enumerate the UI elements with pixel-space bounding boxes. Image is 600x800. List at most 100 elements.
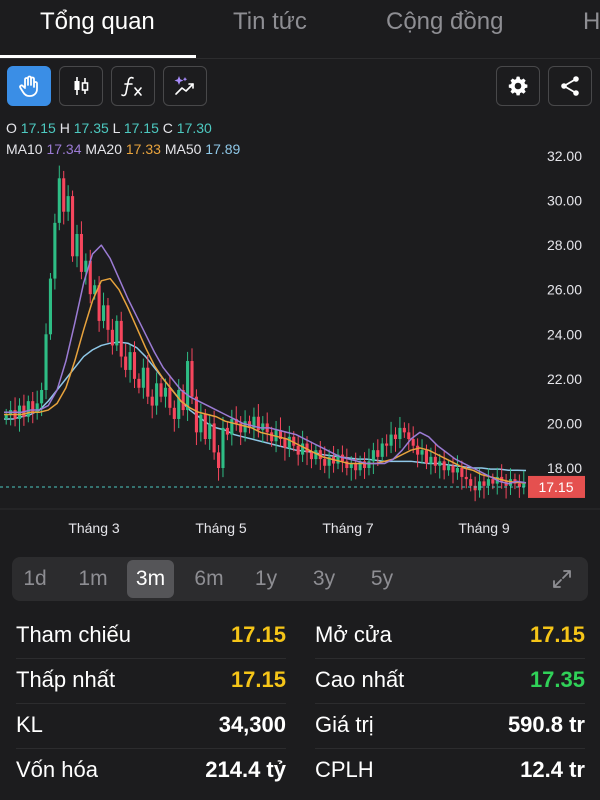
time-range-selector: 1d 1m 3m 6m 1y 3y 5y — [12, 557, 588, 601]
candle-body — [283, 439, 287, 448]
candle-body — [137, 378, 141, 388]
range-1y[interactable]: 1y — [244, 557, 288, 601]
candle-body — [115, 320, 119, 346]
ma10-path — [4, 244, 527, 485]
active-tab-indicator — [0, 55, 196, 58]
high-value: 17.35 — [73, 120, 109, 136]
tab-overview[interactable]: Tổng quan — [40, 8, 155, 36]
candle-body — [517, 483, 521, 487]
stat-value: 17.15 — [230, 622, 286, 647]
current-price-label: 17.15 — [538, 479, 573, 495]
stat-value: 590.8 tr — [507, 712, 585, 737]
x-tick-label: Tháng 5 — [195, 520, 247, 536]
candle-body — [424, 450, 429, 464]
stat-value: 17.35 — [529, 667, 585, 692]
stat-shares-outstanding: CPLH 12.4 tr — [315, 749, 585, 793]
tab-partial[interactable]: H — [583, 8, 600, 36]
candle-body — [442, 461, 446, 471]
candle-body — [203, 414, 207, 440]
candle-body — [177, 390, 181, 419]
candle-body — [221, 427, 225, 468]
indicators-button[interactable] — [111, 66, 155, 106]
close-label: C — [162, 120, 173, 136]
ma20-line — [4, 277, 527, 484]
price-chart[interactable]: 32.00 30.00 28.00 26.00 24.00 22.00 20.00 18.00… — [0, 112, 600, 552]
x-tick-label: Tháng 9 — [458, 520, 510, 536]
stat-value: 17.15 — [230, 667, 286, 692]
stat-value: 34,300 — [218, 712, 286, 737]
range-5y[interactable]: 5y — [360, 557, 404, 601]
candle-body — [194, 396, 198, 433]
candle-body — [464, 476, 468, 480]
stat-label: Thấp nhất — [16, 667, 116, 692]
candle-body — [225, 427, 229, 435]
stat-value: 12.4 tr — [520, 757, 585, 782]
x-tick-label: Tháng 3 — [68, 520, 120, 536]
candle-body — [132, 352, 137, 379]
candle-body — [208, 423, 212, 440]
ai-analysis-button[interactable] — [163, 66, 207, 106]
y-tick-label: 20.00 — [547, 415, 582, 431]
candle-body — [411, 439, 415, 446]
expand-button[interactable] — [550, 567, 574, 591]
candle-body — [522, 483, 526, 487]
hand-icon — [19, 75, 38, 97]
candle-body — [491, 479, 495, 484]
hand-tool-button[interactable] — [7, 66, 51, 106]
y-tick-label: 26.00 — [547, 282, 582, 298]
candle-body — [190, 361, 194, 397]
candle-body — [447, 465, 451, 471]
candle-body — [482, 481, 486, 486]
candle-body — [287, 436, 291, 448]
candle-body — [119, 320, 123, 357]
candle-body — [62, 178, 66, 212]
candle-body — [110, 329, 114, 346]
candle-body — [438, 461, 442, 466]
stat-label: Tham chiếu — [16, 622, 131, 647]
candle-body — [354, 463, 358, 471]
share-button[interactable] — [548, 66, 592, 106]
stat-market-cap: Vốn hóa 214.4 tỷ — [16, 749, 286, 793]
chart-toolbar — [0, 64, 600, 108]
candle-body — [486, 479, 490, 486]
range-3y[interactable]: 3y — [302, 557, 346, 601]
range-1d[interactable]: 1d — [12, 557, 58, 601]
stat-value-traded: Giá trị 590.8 tr — [315, 704, 585, 749]
ma50-value: 17.89 — [205, 141, 241, 157]
stat-label: Giá trị — [315, 712, 374, 737]
range-6m[interactable]: 6m — [184, 557, 234, 601]
candle-body — [168, 387, 172, 408]
stat-value: 214.4 tỷ — [205, 757, 286, 782]
open-label: O — [6, 120, 17, 136]
tab-community[interactable]: Cộng đồng — [386, 8, 503, 36]
candle-body — [429, 456, 433, 464]
chart-type-button[interactable] — [59, 66, 103, 106]
candle-body — [146, 367, 150, 397]
range-1m[interactable]: 1m — [68, 557, 118, 601]
ma20-value: 17.33 — [125, 141, 161, 157]
range-3m[interactable]: 3m — [127, 560, 174, 598]
candle-body — [402, 427, 406, 433]
candle-body — [35, 403, 39, 413]
settings-button[interactable] — [496, 66, 540, 106]
low-value: 17.15 — [123, 120, 159, 136]
candle-body — [97, 285, 101, 321]
ai-sparkle-icon — [174, 76, 194, 95]
y-tick-label: 28.00 — [547, 237, 582, 253]
candle-body — [376, 450, 380, 457]
candle-body — [380, 443, 384, 457]
tab-news[interactable]: Tin tức — [233, 8, 307, 36]
candle-body — [101, 305, 106, 321]
candle-body — [323, 459, 327, 466]
stat-high: Cao nhất 17.35 — [315, 659, 585, 704]
candle-body — [128, 352, 132, 370]
candle-body — [48, 278, 52, 335]
function-icon — [121, 76, 142, 97]
ma50-path — [4, 341, 527, 472]
y-tick-label: 24.00 — [547, 326, 582, 342]
ma10-label: MA10 — [6, 141, 43, 157]
candle-body — [398, 427, 402, 440]
candle-body — [217, 452, 221, 468]
candle-body — [451, 465, 455, 473]
gear-icon — [508, 76, 528, 96]
